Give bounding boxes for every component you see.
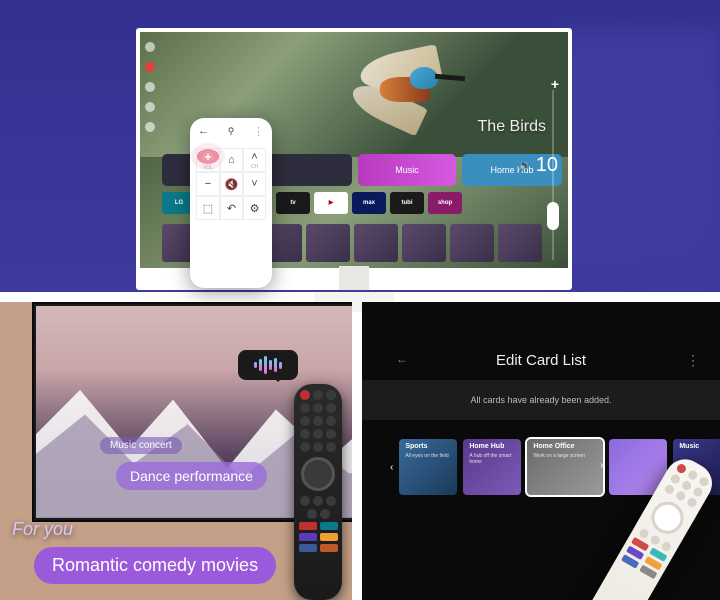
voice-input-bubble xyxy=(238,350,298,380)
app-tile-youtube[interactable]: ▶ xyxy=(314,192,348,214)
phone-remote: ← ⚲ ⋮ +VOL ⌂ ˄CH − 🔇 ˅ ⬚ ↶ ⚙ xyxy=(190,118,272,288)
dashboard-card[interactable]: SportsAll eyes on the field xyxy=(399,439,457,495)
back-button[interactable]: ↶ xyxy=(220,196,243,220)
content-thumb[interactable] xyxy=(450,224,494,262)
menu-icon[interactable]: ⋮ xyxy=(253,125,264,138)
page-title: Edit Card List xyxy=(362,352,720,369)
background-blur xyxy=(560,30,720,270)
sidebar-account-icon[interactable] xyxy=(145,42,155,52)
info-strip: All cards have already been added. xyxy=(362,380,720,420)
app-tile-tubi[interactable]: tubi xyxy=(390,192,424,214)
suggestion-pill[interactable]: Music concert xyxy=(100,437,182,454)
volume-value: 10 xyxy=(536,154,558,177)
home-button[interactable]: ⌂ xyxy=(220,148,243,172)
app-tile-apple-tv[interactable]: tv xyxy=(276,192,310,214)
volume-icon: 🔉 xyxy=(518,159,532,172)
scroll-wheel[interactable] xyxy=(301,457,335,491)
chevron-right-icon[interactable]: › xyxy=(600,460,603,471)
vol-down-button[interactable]: − xyxy=(196,172,220,196)
ch-down-button[interactable]: ˅ xyxy=(243,172,266,196)
dashboard-card[interactable]: Home OfficeWork on a large screen˄ xyxy=(527,439,603,495)
app-tile-shopapp[interactable]: shop xyxy=(428,192,462,214)
edit-card-panel: ← Edit Card List ⋮ All cards have alread… xyxy=(362,302,720,600)
input-button[interactable]: ⬚ xyxy=(196,196,220,220)
content-thumb[interactable] xyxy=(498,224,542,262)
suggestion-pill[interactable]: Romantic comedy movies xyxy=(34,547,276,584)
magic-remote-dark xyxy=(294,384,342,600)
mute-button[interactable]: 🔇 xyxy=(220,172,243,196)
sidebar-settings-icon[interactable] xyxy=(145,122,155,132)
back-icon[interactable]: ← xyxy=(198,125,209,137)
voice-search-panel: For you Music concert Dance performance … xyxy=(0,302,352,600)
category-chip[interactable] xyxy=(260,154,352,186)
power-button[interactable] xyxy=(300,390,310,400)
tv-sidebar xyxy=(140,32,160,268)
search-icon[interactable]: ⚲ xyxy=(228,126,235,137)
chevron-left-icon[interactable]: ‹ xyxy=(390,462,393,473)
content-title: The Birds xyxy=(478,118,546,136)
content-thumb[interactable] xyxy=(354,224,398,262)
sidebar-notification-icon[interactable] xyxy=(145,62,155,72)
settings-button[interactable]: ⚙ xyxy=(243,196,266,220)
category-chip-music[interactable]: Music xyxy=(358,154,456,186)
overflow-menu-icon[interactable]: ⋮ xyxy=(686,352,700,369)
vol-up-button[interactable]: +VOL xyxy=(196,148,220,172)
sidebar-inputs-icon[interactable] xyxy=(145,82,155,92)
for-you-label: For you xyxy=(12,519,73,540)
power-button[interactable] xyxy=(675,462,687,474)
app-tile-max[interactable]: max xyxy=(352,192,386,214)
content-thumb[interactable] xyxy=(306,224,350,262)
ch-up-button[interactable]: ˄CH xyxy=(243,148,266,172)
content-thumb[interactable] xyxy=(402,224,446,262)
suggestion-pill[interactable]: Dance performance xyxy=(116,462,267,490)
top-panel: The Birds H Music Home Hub 🔉 10 + xyxy=(0,0,720,292)
dashboard-card[interactable]: Home HubA hub off the smart home xyxy=(463,439,521,495)
sidebar-search-icon[interactable] xyxy=(145,102,155,112)
